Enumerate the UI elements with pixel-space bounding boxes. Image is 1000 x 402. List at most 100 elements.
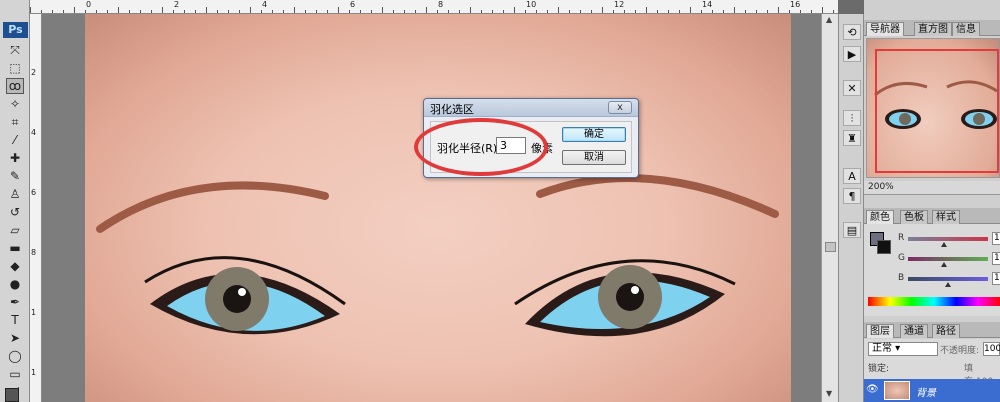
visibility-eye-icon[interactable]: 👁 bbox=[866, 383, 880, 397]
channel-value[interactable]: 10 bbox=[992, 252, 1000, 265]
lasso-icon[interactable]: ꝏ bbox=[6, 78, 24, 94]
color-spectrum-bar[interactable] bbox=[868, 297, 1000, 306]
channel-track[interactable] bbox=[908, 277, 988, 281]
blur-icon[interactable]: ◆ bbox=[6, 258, 24, 274]
ruler-tick bbox=[690, 7, 691, 13]
history-panel-icon[interactable]: ⟲ bbox=[843, 24, 861, 40]
navigator-thumbnail[interactable] bbox=[866, 38, 1000, 178]
history-brush-icon[interactable]: ↺ bbox=[6, 204, 24, 220]
ruler-tick bbox=[63, 10, 64, 13]
ruler-tick bbox=[129, 10, 130, 13]
ruler-tick bbox=[294, 7, 295, 13]
path-select-icon[interactable]: ➤ bbox=[6, 330, 24, 346]
color-slider-b[interactable]: B 11 bbox=[868, 272, 1000, 288]
ruler-tick bbox=[580, 10, 581, 13]
document-canvas[interactable] bbox=[85, 14, 791, 402]
ruler-tick bbox=[811, 10, 812, 13]
brush-icon[interactable]: ✎ bbox=[6, 168, 24, 184]
layer-comps-panel-icon[interactable]: ▤ bbox=[843, 222, 861, 238]
tab-swatches[interactable]: 色板 bbox=[900, 210, 928, 224]
tab-styles[interactable]: 样式 bbox=[932, 210, 960, 224]
ruler-h-label: 12 bbox=[614, 0, 625, 9]
ruler-tick bbox=[162, 7, 163, 13]
crop-icon[interactable]: ⌗ bbox=[6, 114, 24, 130]
ruler-tick bbox=[272, 10, 273, 13]
type-icon[interactable]: T bbox=[6, 312, 24, 328]
dialog-close-button[interactable]: x bbox=[608, 101, 632, 114]
ruler-tick bbox=[734, 7, 735, 13]
ruler-v-label: 1 bbox=[31, 368, 37, 377]
background-color[interactable] bbox=[877, 240, 891, 254]
tab-navigator[interactable]: 导航器 bbox=[866, 22, 904, 36]
ruler-tick bbox=[492, 10, 493, 13]
color-tabs: 颜色 色板 样式 bbox=[864, 208, 1000, 224]
marquee-icon[interactable]: ⬚ bbox=[6, 60, 24, 76]
channel-track[interactable] bbox=[908, 257, 988, 261]
cancel-button[interactable]: 取消 bbox=[562, 150, 626, 165]
paragraph-panel-icon[interactable]: ¶ bbox=[843, 188, 861, 204]
ruler-tick bbox=[536, 10, 537, 13]
ruler-tick bbox=[745, 10, 746, 13]
layer-name: 背景 bbox=[916, 388, 936, 399]
tab-layers[interactable]: 图层 bbox=[866, 324, 894, 338]
ruler-h-label: 14 bbox=[702, 0, 713, 9]
channel-value[interactable]: 10 bbox=[992, 232, 1000, 245]
channel-knob[interactable] bbox=[941, 262, 947, 267]
tab-info[interactable]: 信息 bbox=[952, 22, 980, 36]
tab-histogram[interactable]: 直方图 bbox=[914, 22, 952, 36]
actions-panel-icon[interactable]: ▶ bbox=[843, 46, 861, 62]
healing-brush-icon[interactable]: ✚ bbox=[6, 150, 24, 166]
ruler-tick bbox=[41, 10, 42, 13]
move-icon[interactable]: ⤧ bbox=[6, 42, 24, 58]
tab-channels[interactable]: 通道 bbox=[900, 324, 928, 338]
face-photo bbox=[96, 174, 779, 337]
scroll-up-icon[interactable]: ▲ bbox=[826, 16, 835, 24]
ruler-tick bbox=[239, 10, 240, 13]
ruler-tick bbox=[426, 7, 427, 13]
gradient-icon[interactable]: ▬ bbox=[6, 240, 24, 256]
eraser-icon[interactable]: ▱ bbox=[6, 222, 24, 238]
dialog-titlebar[interactable]: 羽化选区 x bbox=[424, 99, 638, 117]
ruler-tick bbox=[338, 7, 339, 13]
clone-stamp-icon[interactable]: ♙ bbox=[6, 186, 24, 202]
opacity-field[interactable]: 100 bbox=[983, 342, 1000, 356]
tab-paths[interactable]: 路径 bbox=[932, 324, 960, 338]
ruler-v-label: 1 bbox=[31, 308, 37, 317]
eyedropper-icon[interactable]: ⁄ bbox=[6, 132, 24, 148]
channel-track[interactable] bbox=[908, 237, 988, 241]
ruler-h-label: 2 bbox=[174, 0, 180, 9]
ruler-tick bbox=[767, 10, 768, 13]
ruler-tick bbox=[382, 7, 383, 13]
color-slider-g[interactable]: G 10 bbox=[868, 252, 1000, 268]
scroll-down-icon[interactable]: ▼ bbox=[826, 390, 835, 398]
magic-wand-icon[interactable]: ✧ bbox=[6, 96, 24, 112]
pen-icon[interactable]: ✒ bbox=[6, 294, 24, 310]
ok-button[interactable]: 确定 bbox=[562, 127, 626, 142]
channel-knob[interactable] bbox=[941, 242, 947, 247]
channel-knob[interactable] bbox=[945, 282, 951, 287]
zoom-level[interactable]: 200% bbox=[868, 182, 894, 192]
blend-mode-select[interactable]: 正常 ▾ bbox=[868, 342, 938, 356]
brushes-panel-icon[interactable]: ⫶ bbox=[843, 110, 861, 126]
ruler-tick bbox=[327, 10, 328, 13]
channel-label: R bbox=[898, 233, 905, 243]
foreground-color-swatch[interactable] bbox=[5, 388, 19, 402]
ruler-tick bbox=[85, 10, 86, 13]
character-panel-icon[interactable]: A bbox=[843, 168, 861, 184]
navigator-view-box[interactable] bbox=[875, 49, 999, 173]
ruler-h-label: 16 bbox=[790, 0, 801, 9]
blend-mode-value: 正常 bbox=[872, 343, 892, 354]
layer-row-background[interactable]: 👁 背景 bbox=[864, 379, 1000, 402]
scroll-thumb[interactable] bbox=[825, 242, 836, 252]
ruler-h-label: 8 bbox=[438, 0, 444, 9]
ruler-tick bbox=[371, 10, 372, 13]
notes-icon[interactable]: ▭ bbox=[6, 366, 24, 382]
right-panels: 导航器 直方图 信息 200% 颜色 色板 样式 R 10 G 10 B 11 图层 通道… bbox=[864, 0, 1000, 402]
dodge-icon[interactable]: ● bbox=[6, 276, 24, 292]
tools-panel-icon[interactable]: ✕ bbox=[843, 80, 861, 96]
clone-source-panel-icon[interactable]: ♜ bbox=[843, 130, 861, 146]
channel-value[interactable]: 11 bbox=[992, 272, 1000, 285]
tab-color[interactable]: 颜色 bbox=[866, 210, 894, 224]
vertical-scrollbar[interactable]: ▲ ▼ bbox=[821, 14, 838, 402]
shape-icon[interactable]: ◯ bbox=[6, 348, 24, 364]
